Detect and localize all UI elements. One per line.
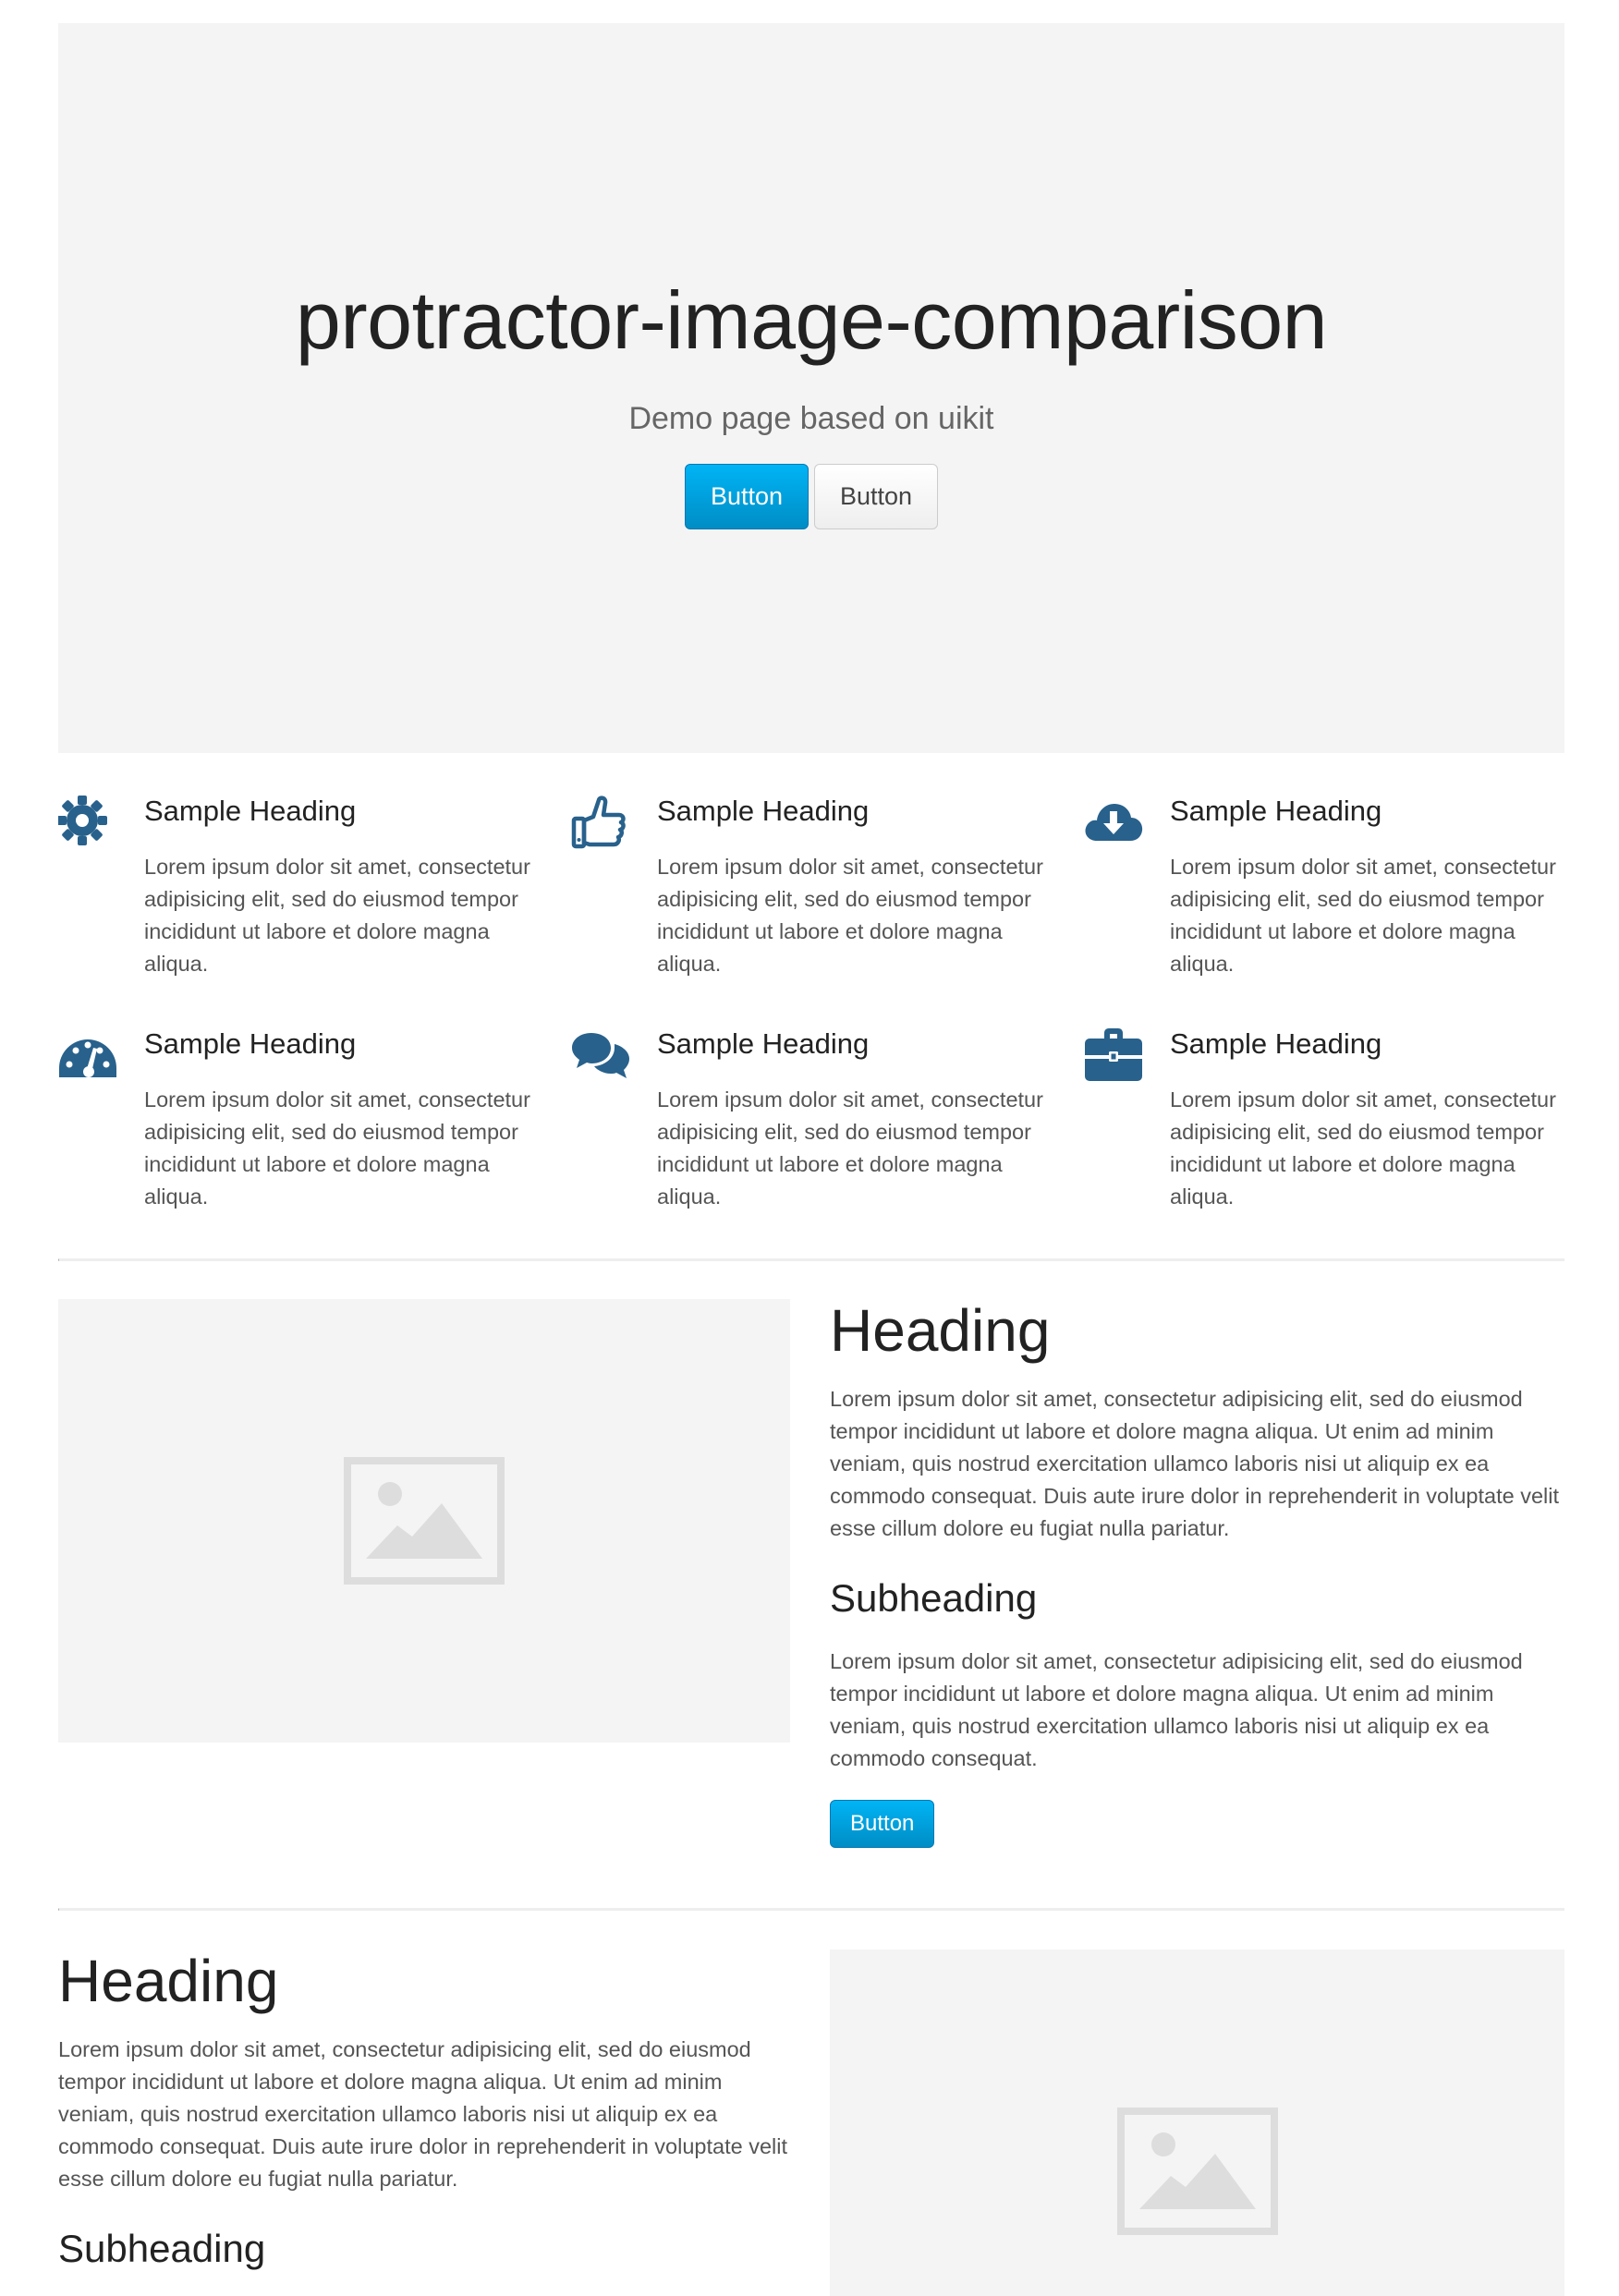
page-subtitle: Demo page based on uikit (628, 401, 994, 436)
article-button[interactable]: Button (830, 1800, 935, 1848)
article-text: Lorem ipsum dolor sit amet, consectetur … (58, 2037, 787, 2191)
hero-primary-button[interactable]: Button (684, 464, 809, 529)
feature-text: Lorem ipsum dolor sit amet, consectetur … (1170, 855, 1556, 976)
image-icon (1116, 2108, 1278, 2235)
feature-heading: Sample Heading (1170, 1027, 1382, 1060)
feature-text: Lorem ipsum dolor sit amet, consectetur … (1170, 1087, 1556, 1209)
feature-text: Lorem ipsum dolor sit amet, consectetur … (144, 855, 530, 976)
feature-text: Lorem ipsum dolor sit amet, consectetur … (657, 1087, 1043, 1209)
image-placeholder (58, 1299, 790, 1743)
section-divider (58, 1258, 1564, 1261)
feature-text: Lorem ipsum dolor sit amet, consectetur … (144, 1087, 530, 1209)
hero-buttons: Button Button (58, 464, 1564, 529)
article-subtext: Lorem ipsum dolor sit amet, consectetur … (830, 1649, 1523, 1770)
page: protractor-image-comparison Demo page ba… (0, 0, 1619, 2296)
article-subheading: Subheading (830, 1576, 1038, 1620)
article-section-1: Heading Lorem ipsum dolor sit amet, cons… (830, 1294, 1560, 1848)
feature-heading: Sample Heading (144, 1027, 357, 1060)
article-heading: Heading (58, 1948, 279, 2014)
image-icon (344, 1457, 505, 1585)
image-placeholder (830, 1950, 1564, 2296)
feature-heading: Sample Heading (657, 795, 870, 827)
article-subheading: Subheading (58, 2227, 266, 2270)
briefcase-icon (1084, 1026, 1143, 1085)
thumbs-up-icon (571, 793, 630, 852)
section-divider (58, 1908, 1564, 1911)
hero-section: protractor-image-comparison Demo page ba… (58, 23, 1564, 753)
cloud-download-icon (1084, 793, 1143, 852)
feature-text: Lorem ipsum dolor sit amet, consectetur … (657, 855, 1043, 976)
comments-icon (571, 1026, 630, 1085)
article-section-2: Heading Lorem ipsum dolor sit amet, cons… (58, 1944, 788, 2275)
article-heading: Heading (830, 1297, 1051, 1364)
page-title: protractor-image-comparison (295, 274, 1328, 366)
feature-heading: Sample Heading (657, 1027, 870, 1060)
hero-secondary-button[interactable]: Button (814, 464, 939, 529)
article-text: Lorem ipsum dolor sit amet, consectetur … (830, 1387, 1559, 1540)
gear-icon (58, 793, 117, 852)
dashboard-icon (58, 1026, 117, 1085)
feature-heading: Sample Heading (1170, 795, 1382, 827)
feature-heading: Sample Heading (144, 795, 357, 827)
